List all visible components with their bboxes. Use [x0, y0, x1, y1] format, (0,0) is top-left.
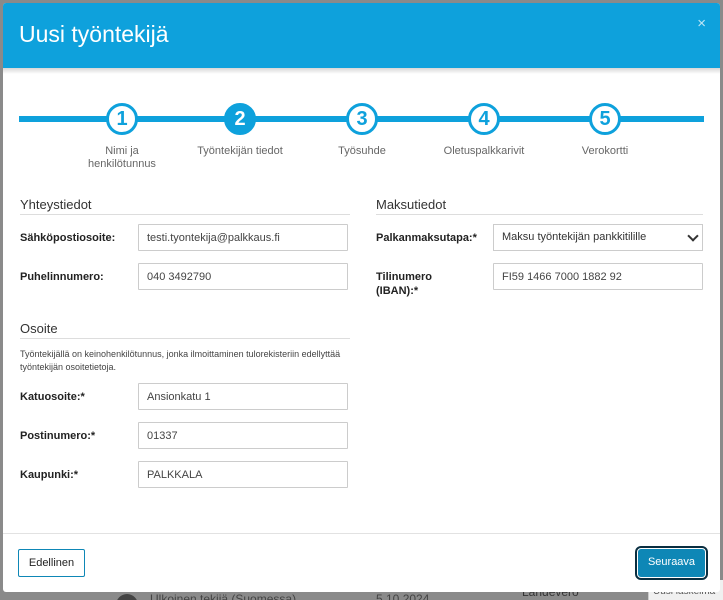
modal-header: Uusi työntekijä × — [3, 3, 720, 68]
modal-title: Uusi työntekijä — [19, 21, 169, 47]
email-label: Sähköpostiosoite: — [20, 232, 116, 244]
background-row-date: 5.10.2024 — [376, 592, 430, 600]
section-divider — [20, 214, 350, 215]
header-shadow — [3, 68, 720, 74]
email-field[interactable] — [138, 224, 348, 251]
step-label: Nimi ja henkilötunnus — [88, 145, 156, 170]
new-employee-modal: Uusi työntekijä × 1 Nimi ja henkilötunnu… — [3, 3, 720, 592]
section-divider — [20, 338, 350, 339]
step-number: 2 — [224, 103, 256, 135]
city-label: Kaupunki:* — [20, 469, 79, 481]
phone-label: Puhelinnumero: — [20, 271, 104, 283]
contact-section-title: Yhteystiedot — [20, 197, 92, 212]
payment-method-value: Maksu työntekijän pankkitilille — [502, 231, 647, 243]
payment-section-title: Maksutiedot — [376, 197, 447, 212]
background-row-text: Ulkoinen tekijä (Suomessa) — [150, 592, 297, 600]
step-number: 3 — [346, 103, 378, 135]
step-number: 4 — [468, 103, 500, 135]
payment-method-label: Palkanmaksutapa:* — [376, 232, 477, 244]
phone-field[interactable] — [138, 263, 348, 290]
next-button[interactable]: Seuraava — [635, 546, 708, 580]
step-label: Työsuhde — [338, 145, 386, 157]
close-icon[interactable]: × — [697, 15, 706, 32]
step-4[interactable]: 4 Oletuspalkkarivit — [424, 103, 544, 158]
payment-method-select[interactable]: Maksu työntekijän pankkitilille — [493, 224, 703, 251]
chevron-down-icon — [687, 230, 699, 242]
postal-code-field[interactable] — [138, 422, 348, 449]
city-field[interactable] — [138, 461, 348, 488]
iban-field[interactable] — [493, 263, 703, 290]
postal-code-label: Postinumero:* — [20, 430, 96, 442]
footer-divider — [3, 533, 720, 534]
iban-label: Tilinumero (IBAN):* — [376, 271, 433, 297]
address-section-title: Osoite — [20, 321, 58, 336]
wizard-stepper: 1 Nimi ja henkilötunnus 2 Työntekijän ti… — [19, 103, 704, 183]
section-divider — [376, 214, 703, 215]
street-label: Katuosoite:* — [20, 391, 85, 403]
step-number: 1 — [106, 103, 138, 135]
step-2[interactable]: 2 Työntekijän tiedot — [180, 103, 300, 158]
step-label: Verokortti — [581, 145, 629, 157]
step-number: 5 — [589, 103, 621, 135]
avatar — [116, 594, 138, 600]
street-field[interactable] — [138, 383, 348, 410]
previous-button[interactable]: Edellinen — [18, 549, 85, 577]
step-3[interactable]: 3 Työsuhde — [302, 103, 422, 158]
step-label: Työntekijän tiedot — [197, 145, 283, 157]
address-note: Työntekijällä on keinohenkilötunnus, jon… — [20, 349, 341, 372]
step-5[interactable]: 5 Verokortti — [545, 103, 665, 158]
step-1[interactable]: 1 Nimi ja henkilötunnus — [62, 103, 182, 171]
step-label: Oletuspalkkarivit — [443, 145, 525, 157]
